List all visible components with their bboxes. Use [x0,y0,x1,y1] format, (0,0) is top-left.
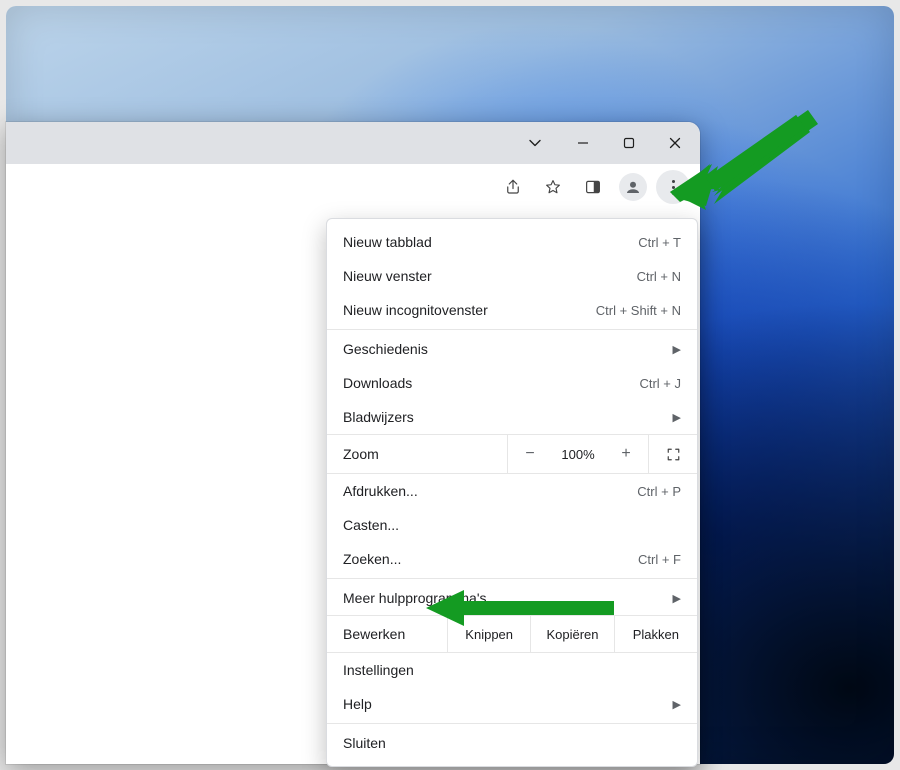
menu-label: Casten... [343,517,681,533]
menu-shortcut: Ctrl + T [638,235,681,250]
chevron-down-icon [528,136,542,150]
zoom-out-button[interactable]: − [508,435,552,473]
edit-copy-button[interactable]: Kopiëren [530,616,613,652]
chrome-main-menu: Nieuw tabblad Ctrl + T Nieuw venster Ctr… [326,218,698,767]
menu-shortcut: Ctrl + N [637,269,681,284]
menu-item-print[interactable]: Afdrukken... Ctrl + P [327,474,697,508]
fullscreen-button[interactable] [648,435,697,473]
menu-item-find[interactable]: Zoeken... Ctrl + F [327,542,697,576]
zoom-in-button[interactable]: + [604,435,648,473]
menu-item-downloads[interactable]: Downloads Ctrl + J [327,366,697,400]
window-titlebar [6,122,700,164]
submenu-arrow-icon: ▶ [673,698,681,711]
menu-item-new-window[interactable]: Nieuw venster Ctrl + N [327,259,697,293]
close-icon [669,137,681,149]
menu-label: Nieuw venster [343,268,637,284]
kebab-dot-icon [672,192,675,195]
submenu-arrow-icon: ▶ [673,411,681,424]
menu-label: Downloads [343,375,639,391]
fullscreen-icon [666,447,681,462]
edit-paste-button[interactable]: Plakken [614,616,697,652]
menu-separator [327,578,697,579]
edit-label: Bewerken [327,626,447,642]
kebab-dot-icon [672,186,675,189]
menu-separator [327,329,697,330]
tab-search-button[interactable] [518,128,552,158]
minimize-button[interactable] [560,122,606,164]
edit-btn-label: Knippen [465,627,513,642]
submenu-arrow-icon: ▶ [673,592,681,605]
menu-separator [327,723,697,724]
menu-label: Geschiedenis [343,341,673,357]
menu-shortcut: Ctrl + F [638,552,681,567]
menu-label: Meer hulpprogramma's [343,590,673,606]
share-icon [504,178,522,196]
menu-zoom-row: Zoom − 100% + [327,434,697,474]
menu-item-settings[interactable]: Instellingen [327,653,697,687]
menu-item-exit[interactable]: Sluiten [327,726,697,760]
sidepanel-icon [584,178,602,196]
bookmark-button[interactable] [536,170,570,204]
close-button[interactable] [652,122,698,164]
menu-button[interactable] [656,170,690,204]
menu-shortcut: Ctrl + J [639,376,681,391]
menu-label: Sluiten [343,735,681,751]
maximize-button[interactable] [606,122,652,164]
star-icon [544,178,562,196]
zoom-label: Zoom [327,446,507,462]
menu-item-cast[interactable]: Casten... [327,508,697,542]
person-icon [624,178,642,196]
menu-label: Afdrukken... [343,483,637,499]
kebab-dot-icon [672,180,675,183]
edit-btn-label: Kopiëren [546,627,598,642]
browser-toolbar [6,164,700,211]
maximize-icon [623,137,635,149]
menu-label: Help [343,696,673,712]
menu-edit-row: Bewerken Knippen Kopiëren Plakken [327,615,697,653]
sidepanel-button[interactable] [576,170,610,204]
menu-label: Instellingen [343,662,681,678]
menu-label: Bladwijzers [343,409,673,425]
menu-item-more-tools[interactable]: Meer hulpprogramma's ▶ [327,581,697,615]
menu-item-history[interactable]: Geschiedenis ▶ [327,332,697,366]
menu-item-new-incognito[interactable]: Nieuw incognitovenster Ctrl + Shift + N [327,293,697,327]
menu-label: Nieuw tabblad [343,234,638,250]
share-button[interactable] [496,170,530,204]
menu-shortcut: Ctrl + Shift + N [596,303,681,318]
minimize-icon [577,137,589,149]
menu-item-bookmarks[interactable]: Bladwijzers ▶ [327,400,697,434]
menu-item-help[interactable]: Help ▶ [327,687,697,721]
submenu-arrow-icon: ▶ [673,343,681,356]
profile-button[interactable] [616,170,650,204]
menu-label: Nieuw incognitovenster [343,302,596,318]
menu-label: Zoeken... [343,551,638,567]
edit-cut-button[interactable]: Knippen [447,616,530,652]
menu-shortcut: Ctrl + P [637,484,681,499]
edit-btn-label: Plakken [633,627,679,642]
zoom-value: 100% [552,447,604,462]
menu-item-new-tab[interactable]: Nieuw tabblad Ctrl + T [327,225,697,259]
